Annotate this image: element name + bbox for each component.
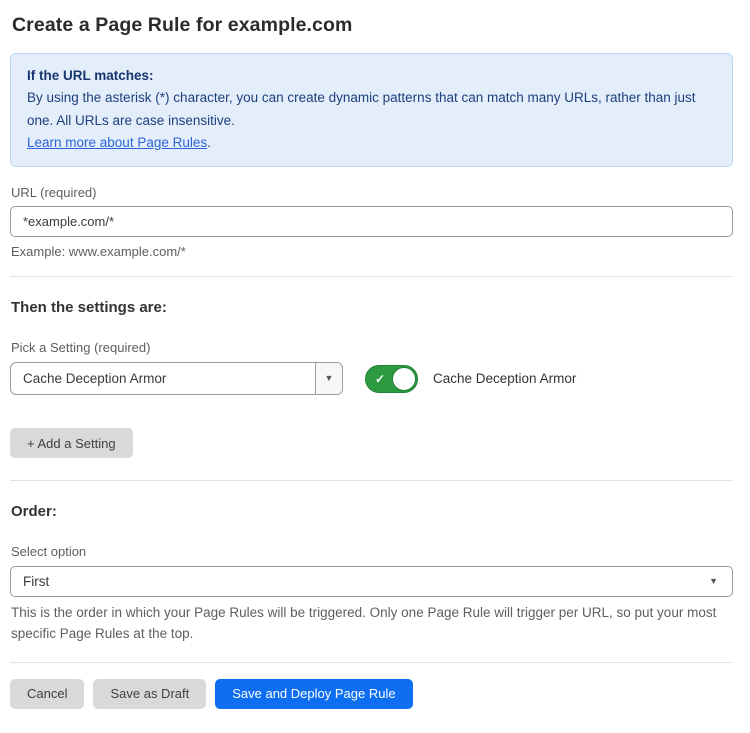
info-box-heading: If the URL matches: bbox=[27, 65, 716, 87]
setting-toggle-group: ✓ Cache Deception Armor bbox=[365, 365, 576, 393]
toggle-knob bbox=[392, 367, 416, 391]
chevron-down-icon: ▼ bbox=[325, 374, 334, 383]
toggle-label: Cache Deception Armor bbox=[433, 371, 576, 386]
divider bbox=[10, 480, 733, 481]
info-box-link-line: Learn more about Page Rules. bbox=[27, 132, 716, 154]
settings-section-heading: Then the settings are: bbox=[11, 299, 733, 316]
form-actions: Cancel Save as Draft Save and Deploy Pag… bbox=[10, 679, 733, 709]
check-icon: ✓ bbox=[375, 373, 385, 385]
setting-row: Cache Deception Armor ▼ ✓ Cache Deceptio… bbox=[10, 362, 733, 395]
learn-more-link[interactable]: Learn more about Page Rules bbox=[27, 135, 207, 150]
url-field-hint: Example: www.example.com/* bbox=[11, 244, 733, 259]
divider bbox=[10, 662, 733, 663]
save-as-draft-button[interactable]: Save as Draft bbox=[93, 679, 206, 709]
order-help-text: This is the order in which your Page Rul… bbox=[11, 603, 731, 645]
divider bbox=[10, 276, 733, 277]
url-input[interactable] bbox=[10, 206, 733, 237]
cache-deception-armor-toggle[interactable]: ✓ bbox=[365, 365, 418, 393]
pick-setting-label: Pick a Setting (required) bbox=[11, 340, 733, 355]
select-option-label: Select option bbox=[11, 544, 733, 559]
setting-dropdown-arrow-button[interactable]: ▼ bbox=[315, 363, 342, 394]
url-match-info-box: If the URL matches: By using the asteris… bbox=[10, 53, 733, 167]
create-page-rule-form: Create a Page Rule for example.com If th… bbox=[0, 0, 750, 733]
order-section-heading: Order: bbox=[11, 503, 733, 520]
save-and-deploy-button[interactable]: Save and Deploy Page Rule bbox=[215, 679, 412, 709]
info-box-body: By using the asterisk (*) character, you… bbox=[27, 87, 716, 132]
cancel-button[interactable]: Cancel bbox=[10, 679, 84, 709]
chevron-down-icon: ▼ bbox=[709, 577, 718, 586]
add-setting-button[interactable]: + Add a Setting bbox=[10, 428, 133, 458]
order-select-value: First bbox=[23, 574, 49, 589]
page-title: Create a Page Rule for example.com bbox=[12, 14, 733, 37]
url-field-label: URL (required) bbox=[11, 185, 733, 200]
setting-dropdown[interactable]: Cache Deception Armor ▼ bbox=[10, 362, 343, 395]
link-suffix: . bbox=[207, 135, 211, 150]
order-select[interactable]: First ▼ bbox=[10, 566, 733, 597]
setting-dropdown-value: Cache Deception Armor bbox=[11, 363, 315, 394]
